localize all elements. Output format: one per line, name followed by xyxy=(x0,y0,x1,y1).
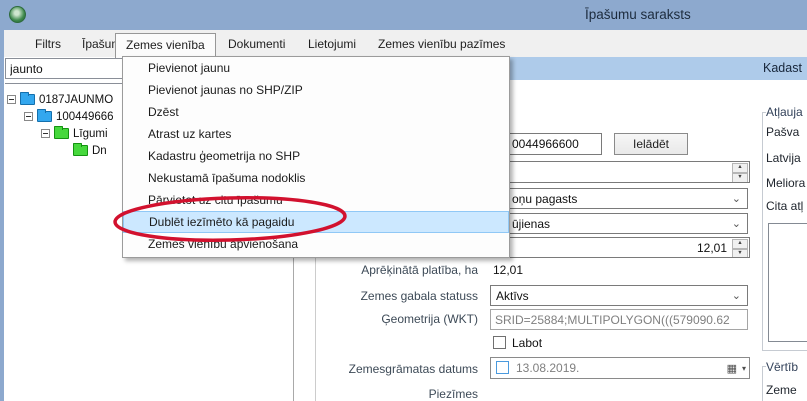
folder-blue-icon xyxy=(37,109,52,123)
vertibas-group-title: Vērtīb xyxy=(766,360,799,374)
tree-item-label[interactable]: 0187JAUNMO xyxy=(39,94,113,106)
window-title: Īpašumu saraksts xyxy=(585,7,691,22)
atlaujas-listbox[interactable] xyxy=(768,223,807,342)
right-panel-item: Pašva xyxy=(766,125,800,139)
menu-item-pievienot-jaunas-shp[interactable]: Pievienot jaunas no SHP/ZIP xyxy=(123,79,509,101)
folder-green-icon xyxy=(73,143,88,157)
title-bar: Īpašumu saraksts xyxy=(0,0,807,30)
platiba-field-value: 12,01 xyxy=(696,240,727,255)
chevron-down-icon: ⌄ xyxy=(731,192,741,205)
zg-datums-value: 13.08.2019. xyxy=(516,361,580,375)
menu-item-kadastru-geometrija[interactable]: Kadastru ģeometrija no SHP xyxy=(123,145,509,167)
spinner[interactable]: ▲ ▼ xyxy=(732,239,748,257)
tree-row[interactable]: 100449666 xyxy=(24,108,114,124)
tree-row[interactable]: Dn xyxy=(73,142,107,158)
date-checkbox[interactable] xyxy=(496,361,509,374)
groupbox-atlaujas-border-bottom xyxy=(762,350,807,351)
tree-row[interactable]: Līgumi xyxy=(41,125,108,141)
pagasts-value: oņu pagasts xyxy=(512,191,578,206)
menubar-item-lietojumi[interactable]: Lietojumi xyxy=(298,33,366,55)
right-panel-item: Cita atļ xyxy=(766,199,804,213)
chevron-down-icon: ⌄ xyxy=(731,289,741,302)
chevron-down-icon: ⌄ xyxy=(731,217,741,230)
spin-up-icon[interactable]: ▲ xyxy=(732,239,748,249)
menu-item-dzest[interactable]: Dzēst xyxy=(123,101,509,123)
right-panel-item: Latvija xyxy=(766,151,801,165)
menu-item-apvienosana[interactable]: Zemes vienību apvienošana xyxy=(123,233,509,255)
collapse-icon[interactable] xyxy=(7,95,16,105)
ciems-value: ūjienas xyxy=(512,216,551,231)
tree-item-label[interactable]: 100449666 xyxy=(56,111,114,123)
section-header-text: Kadast xyxy=(763,61,802,75)
menu-item-dublet-iezimeto[interactable]: Dublēt iezīmēto kā pagaidu xyxy=(123,211,509,233)
labot-checkbox[interactable] xyxy=(493,336,506,349)
statuss-combobox[interactable]: Aktīvs ⌄ xyxy=(490,285,748,306)
menubar-item-dokumenti[interactable]: Dokumenti xyxy=(218,33,295,55)
right-panel-item: Meliora xyxy=(766,176,806,190)
tree-row[interactable]: 0187JAUNMO xyxy=(7,91,113,107)
folder-blue-icon xyxy=(20,92,35,106)
menu-item-parvietot[interactable]: Pārvietot uz citu īpašumu xyxy=(123,189,509,211)
menubar-item-zv-pazimes[interactable]: Zemes vienību pazīmes xyxy=(368,33,515,55)
groupbox-vertibas-border xyxy=(762,366,763,401)
platiba-label: Aprēķinātā platība, ha xyxy=(361,263,478,277)
statuss-value: Aktīvs xyxy=(496,288,529,303)
statuss-label: Zemes gabala statuss xyxy=(360,289,478,303)
calendar-icon[interactable]: ▦ xyxy=(727,362,737,375)
piezimes-label: Piezīmes xyxy=(428,387,478,401)
atlaujas-group-title: Atļauja xyxy=(766,105,803,119)
right-panel-item: Zeme xyxy=(766,383,797,397)
pagasts-combobox[interactable]: oņu pagasts ⌄ xyxy=(490,188,748,209)
groupbox-atlaujas-border xyxy=(762,112,763,350)
menu-item-nekustama-ipasuma-nodoklis[interactable]: Nekustamā īpašuma nodoklis xyxy=(123,167,509,189)
collapse-icon[interactable] xyxy=(24,112,33,122)
menubar-item-zemes-vieniba[interactable]: Zemes vienība xyxy=(115,33,216,58)
load-button[interactable]: Ielādēt xyxy=(614,133,688,155)
spin-down-icon[interactable]: ▼ xyxy=(732,173,748,182)
geometrija-label: Ģeometrija (WKT) xyxy=(381,312,478,326)
platiba-value: 12,01 xyxy=(493,263,524,277)
spin-up-icon[interactable]: ▲ xyxy=(732,163,748,173)
geometrija-wkt-field: SRID=25884;MULTIPOLYGON(((579090.62 xyxy=(490,309,748,330)
menu-item-pievienot-jaunu[interactable]: Pievienot jaunu xyxy=(123,57,509,79)
tree-item-label[interactable]: Līgumi xyxy=(73,128,108,140)
spin-down-icon[interactable]: ▼ xyxy=(732,248,748,257)
zg-datums-field[interactable]: 13.08.2019. ▦ ▾ xyxy=(490,357,750,379)
spinner[interactable]: ▲ ▼ xyxy=(732,163,748,182)
cadastre-number-value: 0044966600 xyxy=(512,137,579,151)
platiba-numeric-field[interactable]: 12,01 ▲ ▼ xyxy=(490,237,750,258)
app-leaf-icon xyxy=(9,6,26,23)
zg-datums-label: Zemesgrāmatas datums xyxy=(348,362,478,376)
numeric-field-empty[interactable]: ▲ ▼ xyxy=(490,161,750,183)
menubar-item-filtrs[interactable]: Filtrs xyxy=(25,33,71,55)
collapse-icon[interactable] xyxy=(41,129,50,139)
folder-green-icon xyxy=(54,126,69,140)
menu-item-atrast-uz-kartes[interactable]: Atrast uz kartes xyxy=(123,123,509,145)
window-left-border xyxy=(0,30,4,401)
calendar-dropdown-icon[interactable]: ▾ xyxy=(742,364,746,373)
geometrija-wkt-value: SRID=25884;MULTIPOLYGON(((579090.62 xyxy=(495,312,730,327)
menu-bar: Filtrs Īpašums Zemes vienība Dokumenti L… xyxy=(0,30,807,58)
labot-label: Labot xyxy=(512,336,543,350)
tree-item-label[interactable]: Dn xyxy=(92,145,107,157)
ciems-combobox[interactable]: ūjienas ⌄ xyxy=(490,213,748,234)
zemes-vieniba-menu: Pievienot jaunu Pievienot jaunas no SHP/… xyxy=(122,56,510,258)
